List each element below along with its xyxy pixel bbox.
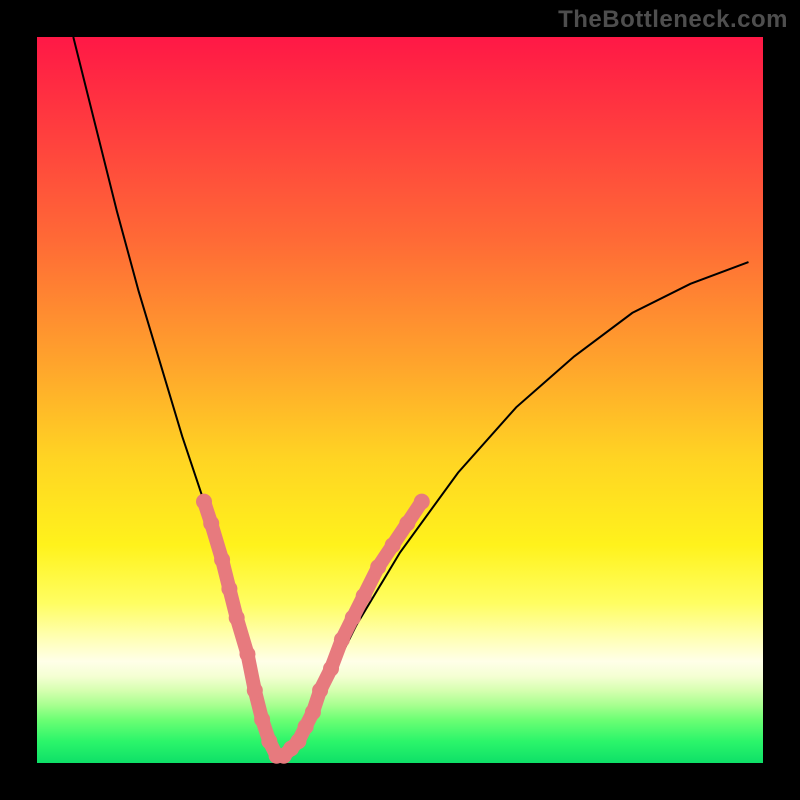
marker-dot (221, 581, 237, 597)
chart-frame: TheBottleneck.com (0, 0, 800, 800)
marker-dot (334, 632, 350, 648)
marker-dot (261, 733, 277, 749)
marker-dot (323, 661, 339, 677)
marker-dot (385, 537, 401, 553)
marker-dot (229, 610, 245, 626)
highlight-markers (196, 494, 430, 764)
marker-dot (345, 610, 361, 626)
marker-dot (290, 733, 306, 749)
plot-area (37, 37, 763, 763)
marker-dot (247, 682, 263, 698)
marker-dot (203, 515, 219, 531)
marker-dot (240, 646, 256, 662)
marker-dot (305, 704, 321, 720)
marker-dot (370, 559, 386, 575)
marker-dot (196, 494, 212, 510)
watermark-text: TheBottleneck.com (558, 6, 788, 34)
marker-dot (254, 711, 270, 727)
marker-dot (356, 588, 372, 604)
marker-dot (312, 682, 328, 698)
curve-svg (37, 37, 763, 763)
marker-dot (298, 719, 314, 735)
bottleneck-curve (73, 37, 748, 756)
marker-dot (414, 494, 430, 510)
marker-dot (399, 515, 415, 531)
marker-dot (214, 552, 230, 568)
